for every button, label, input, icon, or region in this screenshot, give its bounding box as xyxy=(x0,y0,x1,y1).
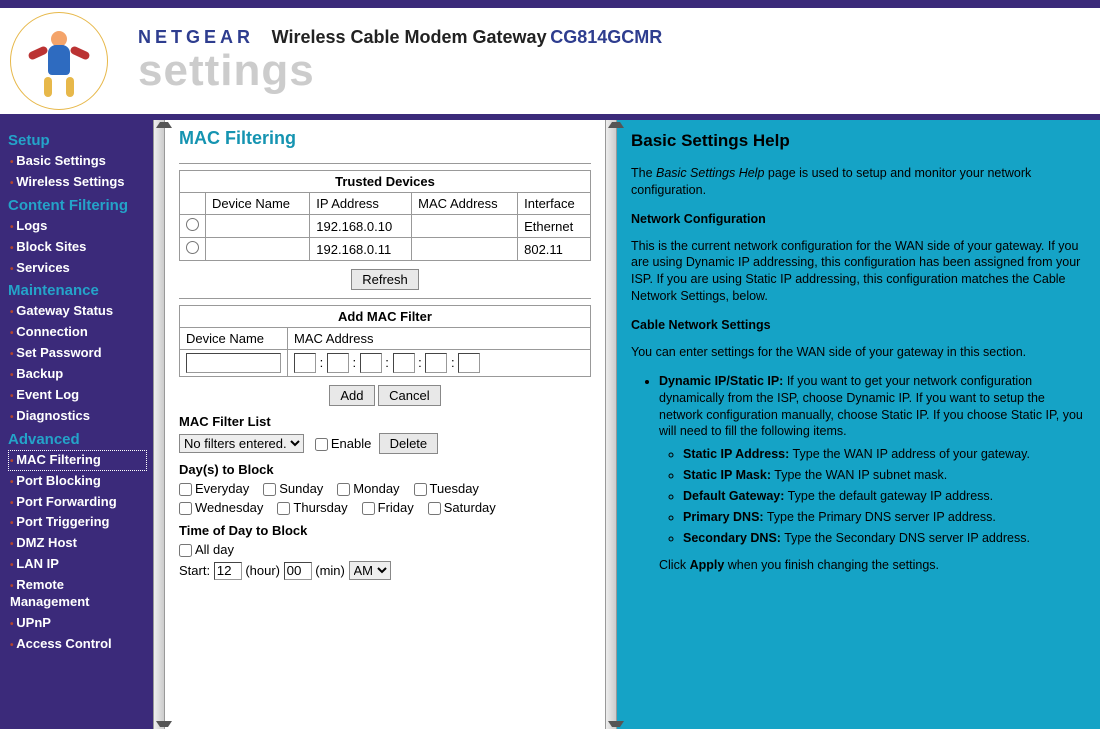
sidebar-section: Content Filtering xyxy=(8,197,147,214)
col-add-devname: Device Name xyxy=(180,328,288,350)
start-ampm-select[interactable]: AM xyxy=(349,561,391,580)
netgear-logo xyxy=(10,12,108,110)
header: NETGEAR Wireless Cable Modem Gateway CG8… xyxy=(0,8,1100,114)
delete-button[interactable]: Delete xyxy=(379,433,439,454)
help-title: Basic Settings Help xyxy=(631,130,1084,153)
product-label: Wireless Cable Modem Gateway xyxy=(272,27,547,47)
sidebar-item-logs[interactable]: Logs xyxy=(8,216,147,237)
col-add-mac: MAC Address xyxy=(288,328,591,350)
sidebar-item-wireless-settings[interactable]: Wireless Settings xyxy=(8,172,147,193)
sidebar-item-event-log[interactable]: Event Log xyxy=(8,385,147,406)
col-ip: IP Address xyxy=(310,193,412,215)
allday-checkbox[interactable] xyxy=(179,544,192,557)
help-intro: The Basic Settings Help page is used to … xyxy=(631,165,1084,199)
help-li-dynamic: Dynamic IP/Static IP: If you want to get… xyxy=(659,373,1084,547)
start-min-input[interactable] xyxy=(284,562,312,580)
col-interface: Interface xyxy=(518,193,591,215)
day-friday-checkbox[interactable] xyxy=(362,502,375,515)
help-panel: Basic Settings Help The Basic Settings H… xyxy=(617,120,1100,729)
sidebar-item-remote-management[interactable]: Remote Management xyxy=(8,575,147,613)
mac-input-2[interactable] xyxy=(327,353,349,373)
main-content: MAC Filtering Trusted Devices Device Nam… xyxy=(165,120,605,729)
sidebar-item-access-control[interactable]: Access Control xyxy=(8,634,147,655)
mac-input-1[interactable] xyxy=(294,353,316,373)
day-thursday-checkbox[interactable] xyxy=(277,502,290,515)
mac-input-4[interactable] xyxy=(393,353,415,373)
scroll-divider-left[interactable] xyxy=(153,120,165,729)
day-monday-checkbox[interactable] xyxy=(337,483,350,496)
col-device-name: Device Name xyxy=(206,193,310,215)
sidebar-item-services[interactable]: Services xyxy=(8,258,147,279)
table-row: 192.168.0.10 Ethernet xyxy=(180,215,591,238)
sidebar-section: Setup xyxy=(8,132,147,149)
sidebar-item-port-triggering[interactable]: Port Triggering xyxy=(8,512,147,533)
sidebar-item-connection[interactable]: Connection xyxy=(8,322,147,343)
mac-input-6[interactable] xyxy=(458,353,480,373)
help-netconf-heading: Network Configuration xyxy=(631,211,1084,228)
page-title: MAC Filtering xyxy=(179,128,591,149)
device-name-input[interactable] xyxy=(186,353,281,373)
help-cable-text: You can enter settings for the WAN side … xyxy=(631,344,1084,361)
days-label: Day(s) to Block xyxy=(179,462,591,477)
col-mac: MAC Address xyxy=(412,193,518,215)
cancel-button[interactable]: Cancel xyxy=(378,385,440,406)
day-everyday-checkbox[interactable] xyxy=(179,483,192,496)
start-hour-input[interactable] xyxy=(214,562,242,580)
help-cable-heading: Cable Network Settings xyxy=(631,317,1084,334)
sidebar-item-port-blocking[interactable]: Port Blocking xyxy=(8,471,147,492)
trusted-radio-0[interactable] xyxy=(186,218,199,231)
scroll-divider-right[interactable] xyxy=(605,120,617,729)
day-sunday-checkbox[interactable] xyxy=(263,483,276,496)
add-button[interactable]: Add xyxy=(329,385,374,406)
sidebar-item-lan-ip[interactable]: LAN IP xyxy=(8,554,147,575)
add-mac-filter-table: Add MAC Filter Device Name MAC Address :… xyxy=(179,305,591,377)
filter-list-label: MAC Filter List xyxy=(179,414,591,429)
mac-input-3[interactable] xyxy=(360,353,382,373)
trusted-devices-table: Trusted Devices Device Name IP Address M… xyxy=(179,170,591,261)
enable-checkbox[interactable] xyxy=(315,438,328,451)
top-purple-bar xyxy=(0,0,1100,8)
mac-input-5[interactable] xyxy=(425,353,447,373)
refresh-button[interactable]: Refresh xyxy=(351,269,419,290)
page-subtitle: settings xyxy=(138,46,1100,96)
filter-list-select[interactable]: No filters entered. xyxy=(179,434,304,453)
sidebar-item-dmz-host[interactable]: DMZ Host xyxy=(8,533,147,554)
sidebar-item-set-password[interactable]: Set Password xyxy=(8,343,147,364)
help-apply: Click Apply when you finish changing the… xyxy=(631,557,1084,574)
model-label: CG814GCMR xyxy=(550,27,662,47)
sidebar: Setup Basic SettingsWireless Settings Cont… xyxy=(0,120,153,729)
sidebar-item-block-sites[interactable]: Block Sites xyxy=(8,237,147,258)
sidebar-item-port-forwarding[interactable]: Port Forwarding xyxy=(8,492,147,513)
add-filter-title: Add MAC Filter xyxy=(180,306,591,328)
sidebar-item-diagnostics[interactable]: Diagnostics xyxy=(8,406,147,427)
sidebar-item-mac-filtering[interactable]: MAC Filtering xyxy=(8,450,147,471)
time-label: Time of Day to Block xyxy=(179,523,591,538)
brand-label: NETGEAR xyxy=(138,27,254,47)
day-tuesday-checkbox[interactable] xyxy=(414,483,427,496)
day-wednesday-checkbox[interactable] xyxy=(179,502,192,515)
day-saturday-checkbox[interactable] xyxy=(428,502,441,515)
sidebar-item-upnp[interactable]: UPnP xyxy=(8,613,147,634)
trusted-title: Trusted Devices xyxy=(180,171,591,193)
trusted-radio-1[interactable] xyxy=(186,241,199,254)
sidebar-item-gateway-status[interactable]: Gateway Status xyxy=(8,301,147,322)
sidebar-item-basic-settings[interactable]: Basic Settings xyxy=(8,151,147,172)
sidebar-section: Maintenance xyxy=(8,282,147,299)
table-row: 192.168.0.11 802.11 xyxy=(180,238,591,261)
sidebar-section: Advanced xyxy=(8,431,147,448)
help-netconf-text: This is the current network configuratio… xyxy=(631,238,1084,306)
sidebar-item-backup[interactable]: Backup xyxy=(8,364,147,385)
